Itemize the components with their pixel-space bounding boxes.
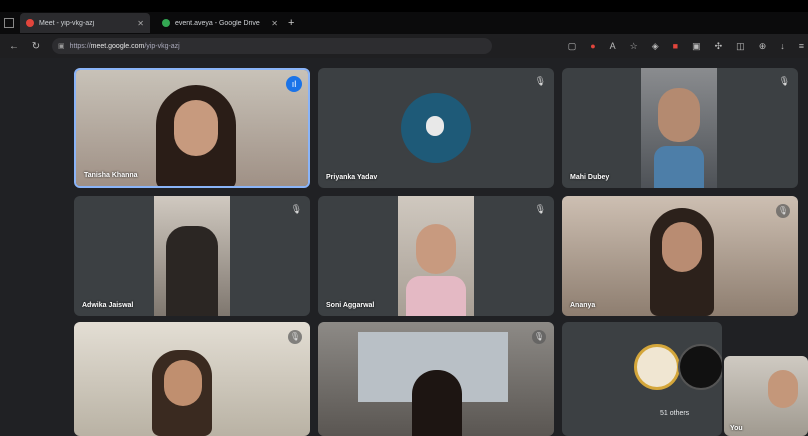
- mic-off-icon: 🎙︎: [532, 330, 546, 344]
- participant-face: [174, 100, 218, 156]
- address-bar[interactable]: ▣ https://meet.google.com/yip-vkg-azj: [52, 38, 492, 54]
- lock-icon: ▣: [58, 43, 65, 50]
- participant-face: [768, 370, 798, 408]
- others-tile[interactable]: 51 others: [562, 322, 722, 436]
- close-tab-icon[interactable]: ✕: [271, 19, 278, 28]
- shield-icon[interactable]: ◈: [652, 41, 659, 52]
- participant-face: [164, 360, 202, 406]
- back-icon[interactable]: ←: [6, 41, 22, 52]
- mic-off-icon: 🎙︎: [534, 204, 546, 214]
- participant-name: Mahi Dubey: [570, 174, 610, 181]
- participant-name: Adwika Jaiswal: [82, 302, 134, 309]
- screen-icon[interactable]: ▣: [692, 41, 701, 52]
- participant-name: Soni Aggarwal: [326, 302, 375, 309]
- mic-off-icon: 🎙︎: [288, 330, 302, 344]
- participant-face: [662, 222, 702, 272]
- top-strip: [0, 0, 808, 12]
- reload-icon[interactable]: ↻: [28, 41, 44, 52]
- participant-tile[interactable]: 🎙︎ Adwika Jaiswal: [74, 196, 310, 316]
- extension-icon[interactable]: ■: [673, 41, 678, 52]
- tab-title: event.aveya - Google Drive: [175, 19, 260, 27]
- address-bar-row: ← ↻ ▣ https://meet.google.com/yip-vkg-az…: [0, 34, 808, 58]
- speaking-indicator-icon: ıl: [286, 76, 302, 92]
- puzzle-icon[interactable]: ✣: [715, 41, 723, 52]
- tab-bar: Meet - yip-vkg-azj ✕ event.aveya - Googl…: [0, 12, 808, 34]
- close-tab-icon[interactable]: ✕: [137, 19, 144, 28]
- others-avatar: [678, 344, 722, 390]
- participant-face: [658, 88, 700, 142]
- split-icon[interactable]: ◫: [736, 41, 745, 52]
- participant-tile[interactable]: 🎙︎ Soni Aggarwal: [318, 196, 554, 316]
- download-icon[interactable]: ↓: [780, 41, 785, 52]
- participant-name: Tanisha Khanna: [84, 172, 138, 179]
- mic-off-icon: 🎙︎: [776, 204, 790, 218]
- url-host: meet.google.com: [90, 42, 145, 50]
- url-prefix: https://: [69, 42, 91, 50]
- participant-silhouette: [166, 226, 218, 316]
- participant-name: Priyanka Yadav: [326, 174, 378, 181]
- tab-title: Meet - yip-vkg-azj: [39, 19, 95, 27]
- collections-icon[interactable]: ⊕: [759, 41, 767, 52]
- favorites-icon[interactable]: ☆: [630, 41, 638, 52]
- self-label: You: [730, 425, 743, 432]
- participant-tile[interactable]: ıl Tanisha Khanna: [74, 68, 310, 188]
- meeting-grid: ıl Tanisha Khanna 🎙︎ Priyanka Yadav 🎙︎ M…: [0, 58, 808, 436]
- camera-icon[interactable]: ▢: [568, 41, 577, 52]
- participant-tile[interactable]: 🎙︎: [318, 322, 554, 436]
- recording-icon[interactable]: ●: [590, 41, 595, 52]
- others-avatar: [634, 344, 680, 390]
- tab-meet[interactable]: Meet - yip-vkg-azj ✕: [20, 13, 150, 33]
- new-tab-icon[interactable]: +: [288, 17, 294, 29]
- participant-face: [416, 224, 456, 274]
- participant-silhouette: [412, 370, 462, 436]
- participant-tile[interactable]: 🎙︎ Mahi Dubey: [562, 68, 798, 188]
- menu-icon[interactable]: ≡: [799, 41, 804, 52]
- window-menu-icon[interactable]: [4, 18, 14, 28]
- avatar-figure-icon: [426, 116, 444, 136]
- mic-off-icon: 🎙︎: [778, 76, 790, 86]
- participant-body: [406, 276, 466, 316]
- url-path: /yip-vkg-azj: [144, 42, 180, 50]
- mic-off-icon: 🎙︎: [290, 204, 302, 214]
- others-count: 51 others: [660, 410, 690, 417]
- self-view-tile[interactable]: You: [724, 356, 808, 436]
- read-aloud-icon[interactable]: A: [610, 41, 616, 52]
- drive-favicon-icon: [162, 19, 170, 27]
- tab-drive[interactable]: event.aveya - Google Drive ✕: [156, 13, 284, 33]
- meet-favicon-icon: [26, 19, 34, 27]
- participant-tile[interactable]: 🎙︎ Priyanka Yadav: [318, 68, 554, 188]
- participant-tile[interactable]: 🎙︎ Ananya: [562, 196, 798, 316]
- toolbar-icons: ▢ ● A ☆ ◈ ■ ▣ ✣ ◫ ⊕ ↓ ≡: [568, 41, 804, 52]
- participant-name: Ananya: [570, 302, 596, 309]
- participant-tile[interactable]: 🎙︎: [74, 322, 310, 436]
- mic-off-icon: 🎙︎: [534, 76, 546, 86]
- participant-body: [654, 146, 704, 188]
